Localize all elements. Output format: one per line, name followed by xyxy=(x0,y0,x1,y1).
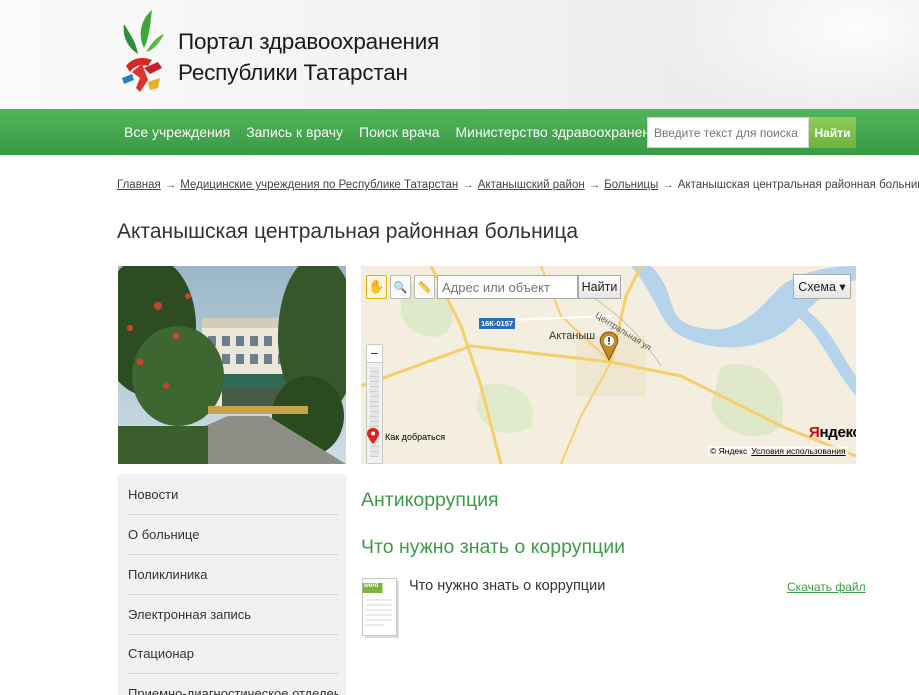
hospital-photo xyxy=(118,266,346,464)
route-pin-icon[interactable] xyxy=(367,428,379,444)
search-button[interactable]: Найти xyxy=(809,117,856,148)
word-icon-label: word xyxy=(364,583,379,589)
nav-doctor-appointment[interactable]: Запись к врачу xyxy=(238,109,351,155)
nav-items: Все учреждения Запись к врачу Поиск врач… xyxy=(116,109,695,155)
yandex-logo: Яндекс xyxy=(809,424,856,441)
map-zoom-slider[interactable]: − xyxy=(366,344,383,464)
breadcrumb-institutions[interactable]: Медицинские учреждения по Республике Тат… xyxy=(180,179,458,191)
breadcrumb-separator: → xyxy=(588,179,601,191)
portal-logo-icon[interactable] xyxy=(118,8,164,94)
yandex-logo-black: ндекс xyxy=(819,424,856,441)
map-copyright-text: © Яндекс xyxy=(710,446,748,456)
breadcrumb-separator: → xyxy=(164,179,177,191)
search-input[interactable] xyxy=(647,117,809,148)
subsection-title: Что нужно знать о коррупции xyxy=(361,536,626,558)
sidebar-item-polyclinic[interactable]: Поликлиника xyxy=(128,555,338,595)
map-terms-link[interactable]: Условия использования xyxy=(751,446,845,456)
magnifier-icon: 🔍 xyxy=(393,281,408,294)
nav-find-doctor[interactable]: Поиск врача xyxy=(351,109,447,155)
site-title-line2: Республики Татарстан xyxy=(178,60,408,85)
sidebar-item-inpatient[interactable]: Стационар xyxy=(128,634,338,674)
download-file-link[interactable]: Скачать файл xyxy=(787,580,866,594)
ruler-icon: 📏 xyxy=(417,281,432,294)
header-decoration xyxy=(619,0,919,109)
map-copyright: © Яндекс Условия использования xyxy=(708,446,848,456)
sidebar-menu: Новости О больнице Поликлиника Электронн… xyxy=(118,474,346,695)
breadcrumb-current: Актанышская центральная районная больниц… xyxy=(677,179,919,191)
map-town-label: Актаныш xyxy=(549,330,596,342)
breadcrumb-separator: → xyxy=(462,179,474,191)
site-title: Портал здравоохранения Республики Татарс… xyxy=(178,26,439,88)
site-header: Портал здравоохранения Республики Татарс… xyxy=(0,0,919,109)
yandex-logo-red: Я xyxy=(809,424,820,441)
page-title: Актанышская центральная районная больниц… xyxy=(117,220,579,243)
document-title: Что нужно знать о коррупции xyxy=(409,578,606,594)
map-find-button[interactable]: Найти xyxy=(578,275,621,299)
nav-all-institutions[interactable]: Все учреждения xyxy=(116,109,238,155)
site-title-line1: Портал здравоохранения xyxy=(178,29,440,54)
sidebar-item-about[interactable]: О больнице xyxy=(128,515,338,555)
sidebar-item-reception[interactable]: Приемно-диагностическое отделение xyxy=(128,674,338,695)
map-road-tag: 16К-0157 xyxy=(479,318,515,329)
breadcrumb: Главная → Медицинские учреждения по Респуб… xyxy=(117,179,919,191)
breadcrumb-hospitals[interactable]: Больницы xyxy=(604,179,658,191)
breadcrumb-home[interactable]: Главная xyxy=(117,179,161,191)
map-search-input[interactable] xyxy=(437,275,578,299)
map-scheme-select[interactable]: Схема ▾ xyxy=(793,274,851,299)
sidebar-item-news[interactable]: Новости xyxy=(128,475,338,515)
hospital-photo-image xyxy=(118,266,346,464)
section-title: Антикоррупция xyxy=(361,489,499,511)
map-ruler-tool-button[interactable]: 📏 xyxy=(414,275,435,299)
breadcrumb-separator: → xyxy=(662,179,674,191)
breadcrumb-district[interactable]: Актанышский район xyxy=(478,179,585,191)
map-zoom-tool-button[interactable]: 🔍 xyxy=(390,275,411,299)
map-hand-tool-button[interactable]: ✋ xyxy=(366,275,387,299)
yandex-map[interactable]: 16К-0157 Актаныш Центральная ул ✋ 🔍 📏 На… xyxy=(361,266,856,464)
hand-icon: ✋ xyxy=(368,279,385,294)
map-route-link[interactable]: Как добраться xyxy=(385,432,445,442)
sidebar-item-e-appointment[interactable]: Электронная запись xyxy=(128,595,338,635)
zoom-out-button[interactable]: − xyxy=(367,345,382,363)
